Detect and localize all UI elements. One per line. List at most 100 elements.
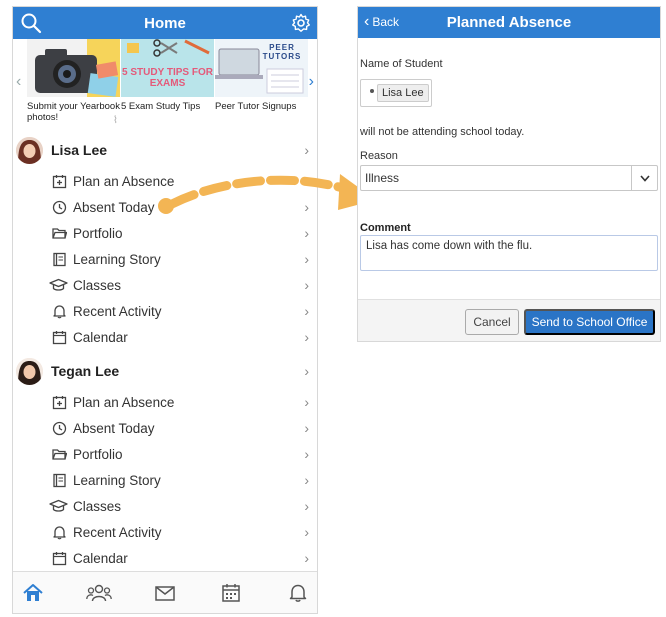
peer-tutor-image: PEER TUTORS [215,39,308,97]
calendar-plus-icon [52,395,67,410]
mail-icon[interactable] [154,583,176,603]
menu-item-classes[interactable]: Classes › [13,493,317,519]
bullet-icon [370,89,374,93]
menu-item-label: Calendar [73,550,128,566]
bell-icon[interactable] [287,583,309,603]
chevron-right-icon: › [304,446,309,462]
reason-select[interactable]: Illness [360,165,658,191]
chevron-right-icon: › [304,142,309,158]
menu-item-recent-activity[interactable]: Recent Activity › [13,298,317,324]
menu-item-learning-story[interactable]: Learning Story › [13,246,317,272]
chevron-right-icon: › [304,498,309,514]
menu-item-calendar[interactable]: Calendar › [13,545,317,571]
menu-item-classes[interactable]: Classes › [13,272,317,298]
calendar-plus-icon [52,174,67,189]
carousel-tile-study-tips[interactable]: 5 STUDY TIPS FOR EXAMS 5 Exam Study Tips [121,39,214,112]
menu-item-label: Absent Today [73,199,155,215]
graduation-cap-icon [49,499,68,514]
carousel-tile-yearbook[interactable]: Submit your Yearbook photos! [27,39,120,123]
chevron-left-icon: ‹ [364,13,370,30]
chevron-right-icon: › [304,277,309,293]
chevron-right-icon: › [304,394,309,410]
clock-icon [52,421,67,436]
tile-caption: 5 Exam Study Tips [121,101,201,112]
home-screen: Home ‹ Submit your Yearbook photos! 5 ST… [12,6,318,614]
study-tips-banner-text: 5 STUDY TIPS FOR EXAMS [122,67,213,89]
comment-label: Comment [360,222,411,234]
calendar-grid-icon[interactable] [220,583,242,603]
paperclip-icon: ⌇ [113,115,118,126]
calendar-icon [52,551,67,566]
form-footer: Cancel Send to School Office [358,299,660,341]
chevron-right-icon: › [304,251,309,267]
news-carousel: ‹ Submit your Yearbook photos! 5 STUDY T… [13,39,317,126]
back-button[interactable]: ‹ Back [364,13,400,30]
menu-item-label: Classes [73,277,122,293]
home-icon[interactable] [22,583,44,603]
carousel-prev-icon[interactable]: ‹ [16,73,21,91]
book-icon [52,473,67,488]
name-of-student-label: Name of Student [360,58,443,70]
avatar [16,136,43,164]
bell-icon [52,304,67,319]
student-name: Tegan Lee [51,363,120,379]
chevron-right-icon: › [304,550,309,566]
chevron-right-icon: › [304,524,309,540]
menu-item-label: Calendar [73,329,128,345]
calendar-icon [52,330,67,345]
page-title: Home [144,14,186,32]
yearbook-image [27,39,120,97]
menu-item-label: Recent Activity [73,524,162,540]
chevron-right-icon: › [304,363,309,379]
chevron-right-icon: › [304,329,309,345]
bottom-tab-bar [13,571,317,613]
student-row-tegan[interactable]: Tegan Lee › [13,356,317,386]
reason-value: Illness [365,171,400,185]
menu-item-label: Recent Activity [73,303,162,319]
comment-textarea[interactable]: Lisa has come down with the flu. [360,235,658,271]
chevron-right-icon: › [304,472,309,488]
chevron-right-icon: › [304,303,309,319]
menu-item-plan-absence[interactable]: Plan an Absence › [13,389,317,415]
camera-icon [35,39,120,97]
tile-caption: Peer Tutor Signups [215,101,297,112]
cancel-button[interactable]: Cancel [465,309,519,335]
menu-item-recent-activity[interactable]: Recent Activity › [13,519,317,545]
back-label: Back [372,15,400,29]
menu-item-absent-today[interactable]: Absent Today › [13,415,317,441]
send-to-school-office-button[interactable]: Send to School Office [524,309,655,335]
book-icon [52,252,67,267]
gear-icon[interactable] [291,13,311,33]
search-icon[interactable] [20,12,42,34]
home-header: Home [13,7,317,39]
chevron-down-icon[interactable] [631,166,657,190]
folder-icon [52,447,68,462]
menu-item-portfolio[interactable]: Portfolio › [13,441,317,467]
peer-tutors-banner-text: PEER TUTORS [262,43,302,61]
menu-item-calendar[interactable]: Calendar › [13,324,317,350]
planned-absence-screen: ‹ Back Planned Absence Name of Student L… [357,6,661,342]
graduation-cap-icon [49,278,68,293]
menu-item-label: Portfolio [73,225,123,241]
bell-icon [52,525,67,540]
chevron-right-icon: › [304,420,309,436]
flow-arrow [158,174,376,214]
menu-item-label: Learning Story [73,251,161,267]
menu-item-learning-story[interactable]: Learning Story › [13,467,317,493]
clock-icon [52,200,67,215]
menu-item-label: Absent Today [73,420,155,436]
student-chip[interactable]: Lisa Lee [377,84,429,102]
tile-caption: Submit your Yearbook photos! [27,101,120,123]
study-tips-image: 5 STUDY TIPS FOR EXAMS [121,39,214,97]
carousel-next-icon[interactable]: › [309,73,314,91]
planned-absence-header: ‹ Back Planned Absence [358,7,660,38]
menu-item-label: Learning Story [73,472,161,488]
people-icon[interactable] [86,583,112,603]
avatar [16,357,43,385]
page-title: Planned Absence [446,14,572,31]
reason-label: Reason [360,150,398,162]
carousel-tile-peer-tutor[interactable]: PEER TUTORS Peer Tutor Signups [215,39,308,112]
menu-item-label: Plan an Absence [73,394,175,410]
student-selector[interactable]: Lisa Lee [360,79,432,107]
menu-item-label: Classes [73,498,122,514]
